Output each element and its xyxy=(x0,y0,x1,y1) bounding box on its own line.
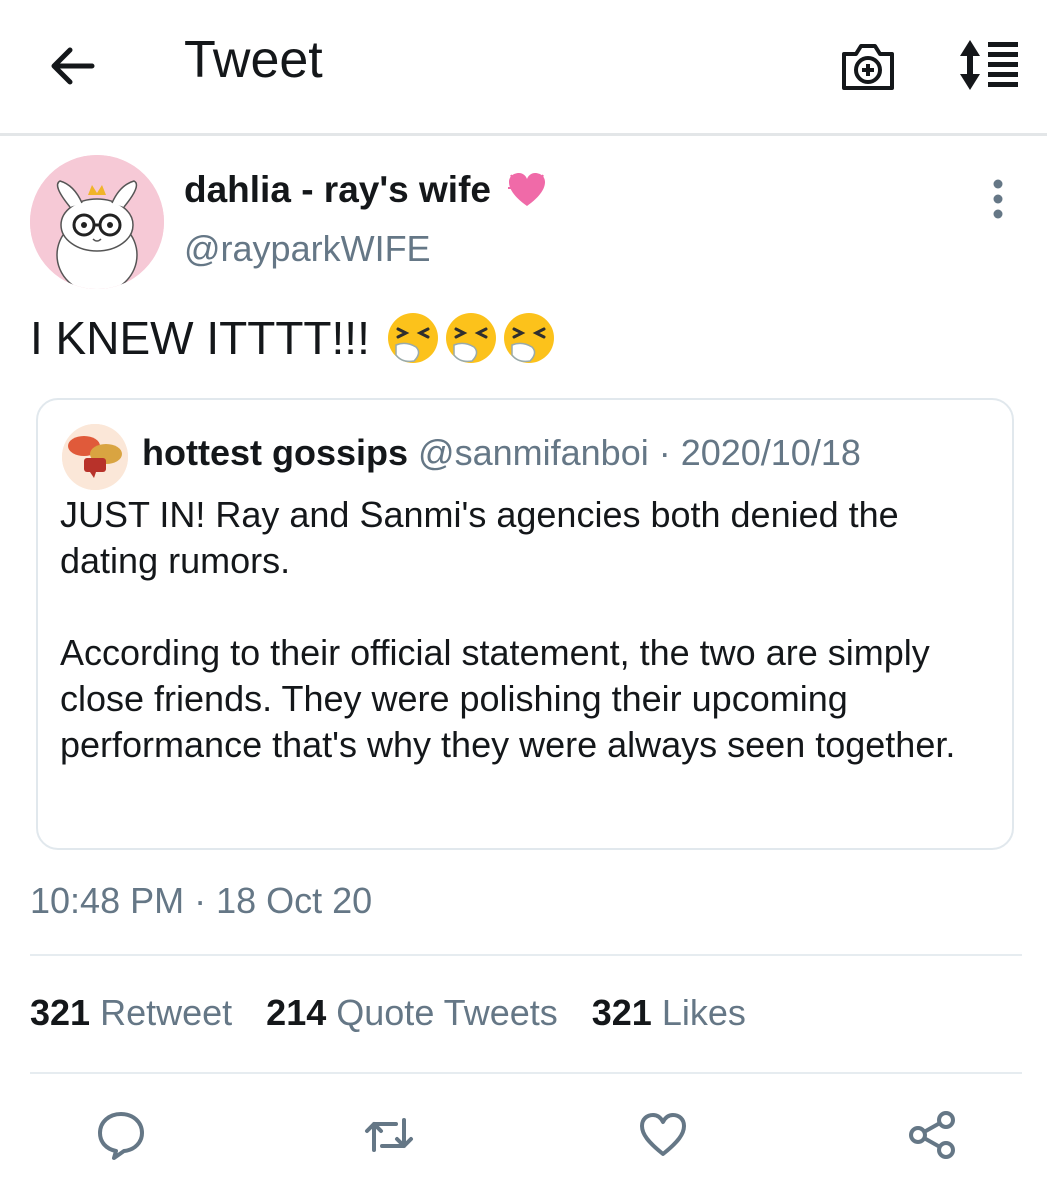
sparkling-heart-icon xyxy=(507,173,545,206)
more-options-icon[interactable] xyxy=(978,176,1018,222)
sort-list-icon[interactable] xyxy=(956,36,1022,94)
tweet-text: I KNEW ITTTT!!! xyxy=(30,312,370,364)
bunny-avatar-icon xyxy=(30,155,164,289)
retweet-stat[interactable]: 321 Retweet xyxy=(30,992,232,1034)
divider xyxy=(30,954,1022,956)
quoted-name[interactable]: hottest gossips xyxy=(142,432,408,473)
author-name-row[interactable]: dahlia - ray's wife xyxy=(184,166,549,214)
retweet-icon[interactable] xyxy=(362,1108,416,1162)
quoted-header: hottest gossips @sanmifanboi · 2020/10/1… xyxy=(142,432,861,474)
quoted-tweet-card[interactable]: hottest gossips @sanmifanboi · 2020/10/1… xyxy=(36,398,1014,850)
reply-icon[interactable] xyxy=(94,1108,148,1162)
quote-count: 214 xyxy=(266,992,327,1033)
quoted-body: JUST IN! Ray and Sanmi's agencies both d… xyxy=(60,492,990,768)
like-heart-icon[interactable] xyxy=(636,1108,690,1162)
quoted-paragraph: JUST IN! Ray and Sanmi's agencies both d… xyxy=(60,494,899,581)
sneezing-face-icon xyxy=(503,313,554,363)
camera-add-icon[interactable] xyxy=(838,38,898,94)
retweet-count: 321 xyxy=(30,992,91,1033)
retweet-label: Retweet xyxy=(100,992,233,1033)
tweet-timestamp[interactable]: 10:48 PM · 18 Oct 20 xyxy=(30,880,372,922)
divider xyxy=(30,1072,1022,1074)
arrow-left-icon[interactable] xyxy=(44,38,100,94)
quote-tweets-stat[interactable]: 214 Quote Tweets xyxy=(266,992,558,1034)
engagement-stats: 321 Retweet 214 Quote Tweets 321 Likes xyxy=(30,992,780,1034)
quote-label: Quote Tweets xyxy=(336,992,558,1033)
sneezing-face-icon xyxy=(445,313,496,363)
likes-stat[interactable]: 321 Likes xyxy=(592,992,746,1034)
quoted-avatar xyxy=(62,424,128,490)
sneezing-face-icon xyxy=(387,313,438,363)
page-title: Tweet xyxy=(184,31,323,89)
avatar[interactable] xyxy=(30,155,164,289)
likes-label: Likes xyxy=(661,992,746,1033)
author-handle[interactable]: @rayparkWIFE xyxy=(184,228,431,270)
author-name[interactable]: dahlia - ray's wife xyxy=(184,169,491,211)
action-bar xyxy=(0,1108,1047,1168)
tweet-text-row: I KNEW ITTTT!!! xyxy=(30,310,556,366)
top-bar: Tweet xyxy=(0,0,1047,136)
quoted-handle-date: @sanmifanboi · 2020/10/18 xyxy=(418,432,861,473)
quoted-paragraph: According to their official statement, t… xyxy=(60,632,956,765)
likes-count: 321 xyxy=(591,992,652,1033)
share-icon[interactable] xyxy=(906,1108,960,1162)
gossip-logo-icon xyxy=(62,424,128,490)
